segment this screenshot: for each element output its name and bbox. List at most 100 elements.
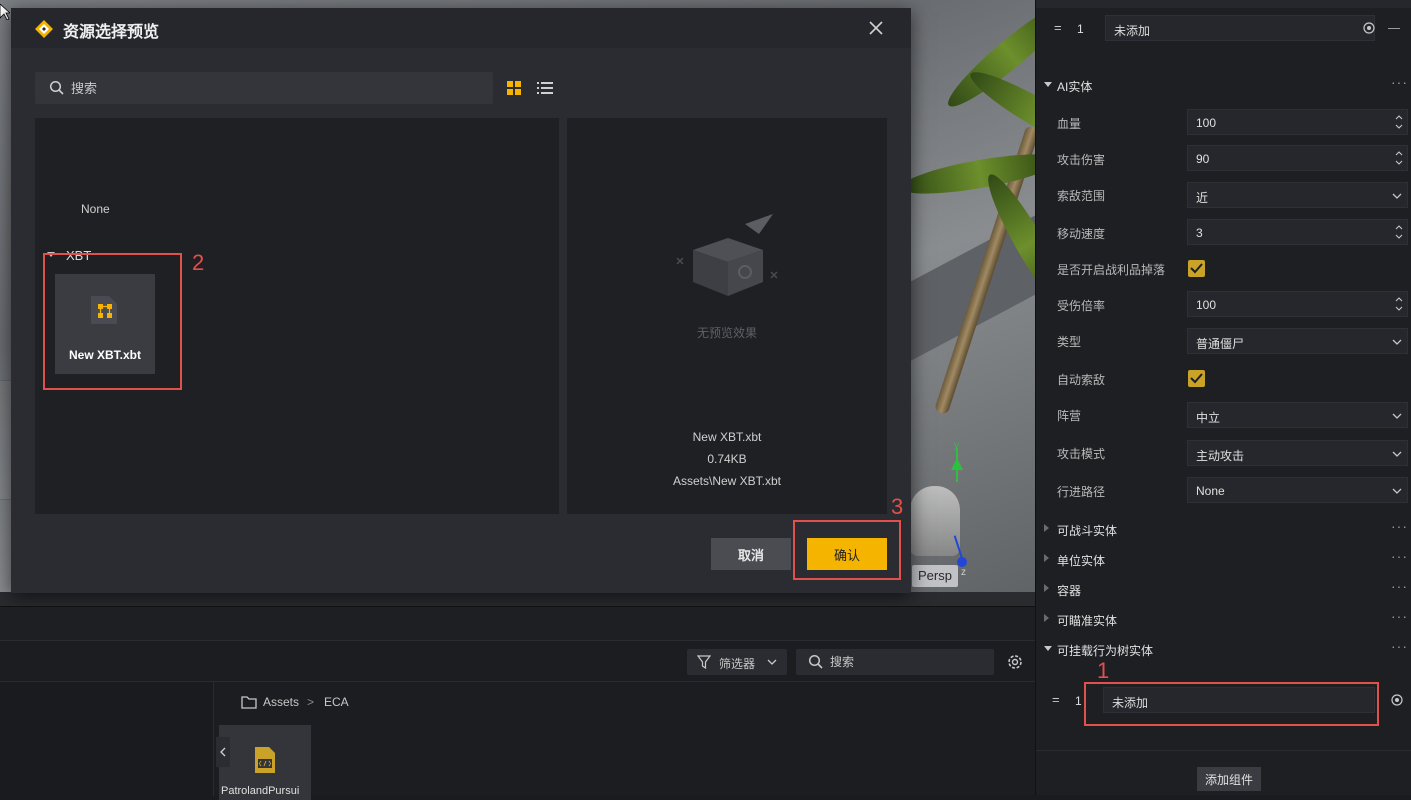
more-options-icon[interactable]: ··· (1391, 638, 1408, 654)
mouse-cursor-icon (0, 4, 10, 20)
chevron-down-icon (1392, 413, 1402, 419)
app-logo-icon (35, 20, 53, 38)
section-title: 可瞄准实体 (1057, 614, 1118, 628)
perspective-label[interactable]: Persp (912, 565, 958, 587)
prop-value-speed: 3 (1196, 226, 1203, 240)
section-aimable-entity[interactable]: 可瞄准实体 ··· (1036, 604, 1411, 634)
prop-value-path: None (1196, 484, 1225, 498)
prop-input-hp[interactable]: 100 (1187, 109, 1408, 135)
asset-search-box (796, 649, 994, 675)
panel-collapse-button[interactable] (216, 737, 230, 767)
inspector-top-strip (1036, 0, 1411, 8)
prop-value-damage-rate: 100 (1196, 298, 1217, 312)
drag-handle-icon[interactable]: = (1052, 692, 1060, 707)
slot-index: 1 (1075, 694, 1082, 708)
prop-select-path[interactable]: None (1187, 477, 1408, 503)
section-ai-entity[interactable]: AI实体 ··· (1036, 70, 1411, 100)
stepper-icon[interactable] (1394, 112, 1404, 132)
dialog-titlebar[interactable]: 资源选择预览 (11, 8, 911, 48)
asset-browser-topbar (0, 607, 1035, 641)
auto-search-checkbox[interactable] (1188, 370, 1205, 387)
prop-select-attack-mode[interactable]: 主动攻击 (1187, 440, 1408, 466)
axis-y-label: y (954, 440, 959, 451)
dialog-search-input[interactable] (71, 72, 481, 104)
top-slot-field[interactable]: 未添加 (1105, 15, 1375, 41)
chevron-down-icon (1392, 451, 1402, 457)
folder-tree[interactable] (0, 682, 214, 796)
breadcrumb-eca[interactable]: ECA (324, 695, 349, 709)
prop-input-speed[interactable]: 3 (1187, 219, 1408, 245)
section-title: 单位实体 (1057, 554, 1106, 568)
prop-value-attack-mode: 主动攻击 (1196, 449, 1245, 463)
more-options-icon[interactable]: ··· (1391, 518, 1408, 534)
asset-search-input[interactable] (830, 649, 980, 675)
prop-label-camp: 阵营 (1057, 409, 1082, 423)
scene-bottom-strip (0, 592, 1035, 606)
axis-z-label: z (961, 567, 966, 578)
prop-label-attack-mode: 攻击模式 (1057, 447, 1106, 461)
axis-z-handle[interactable] (957, 557, 967, 567)
loot-checkbox[interactable] (1188, 260, 1205, 277)
chevron-down-icon (1392, 193, 1402, 199)
add-component-button[interactable]: 添加组件 (1197, 767, 1261, 791)
remove-slot-icon[interactable] (1388, 28, 1400, 29)
prop-label-speed: 移动速度 (1057, 227, 1106, 241)
prop-select-search-range[interactable]: 近 (1187, 182, 1408, 208)
asset-card-patrol[interactable]: PatrolandPursui (219, 725, 311, 800)
stepper-icon[interactable] (1394, 222, 1404, 242)
prop-input-attack[interactable]: 90 (1187, 145, 1408, 171)
prop-select-type[interactable]: 普通僵尸 (1187, 328, 1408, 354)
stepper-icon[interactable] (1394, 148, 1404, 168)
prop-value-camp: 中立 (1196, 411, 1221, 425)
preview-empty-text: 无预览效果 (696, 326, 757, 340)
prop-label-attack: 攻击伤害 (1057, 153, 1106, 167)
scene-gizmo-body[interactable] (910, 486, 960, 556)
more-options-icon[interactable]: ··· (1391, 578, 1408, 594)
more-options-icon[interactable]: ··· (1391, 548, 1408, 564)
prop-label-search-range: 索敌范围 (1057, 189, 1106, 203)
filter-label: 筛选器 (719, 657, 756, 671)
prop-value-type: 普通僵尸 (1196, 337, 1245, 351)
cancel-button[interactable]: 取消 (711, 538, 791, 570)
more-options-icon[interactable]: ··· (1391, 74, 1408, 90)
chevron-left-icon (220, 747, 226, 757)
chevron-down-icon (1392, 488, 1402, 494)
section-container[interactable]: 容器 ··· (1036, 574, 1411, 604)
target-picker-icon[interactable] (1391, 694, 1403, 706)
preview-file-name: New XBT.xbt (692, 430, 762, 444)
axis-y-arrow-icon[interactable] (951, 458, 963, 470)
more-options-icon[interactable]: ··· (1391, 608, 1408, 624)
list-view-icon[interactable] (537, 81, 553, 95)
section-unit-entity[interactable]: 单位实体 ··· (1036, 544, 1411, 574)
section-title: 可战斗实体 (1057, 524, 1118, 538)
breadcrumb-separator: > (307, 695, 315, 709)
section-behavior-tree-entity[interactable]: 可挂载行为树实体 ··· (1036, 634, 1411, 664)
prop-label-hp: 血量 (1057, 117, 1082, 131)
drag-handle-icon[interactable]: = (1054, 20, 1062, 35)
filter-button[interactable]: 筛选器 (687, 649, 787, 675)
checkmark-icon (1190, 263, 1203, 274)
asset-browser-panel: 筛选器 Assets > ECA PatrolandPursui (0, 606, 1035, 800)
stepper-icon[interactable] (1394, 294, 1404, 314)
grid-view-icon[interactable] (507, 81, 521, 95)
close-icon[interactable] (866, 18, 886, 38)
target-picker-icon[interactable] (1363, 22, 1375, 34)
section-title: 可挂载行为树实体 (1057, 644, 1154, 658)
annotation-box-2 (43, 253, 182, 390)
prop-label-path: 行进路径 (1057, 485, 1106, 499)
annotation-box-3 (793, 520, 901, 580)
prop-input-damage-rate[interactable]: 100 (1187, 291, 1408, 317)
gear-icon[interactable] (1006, 653, 1024, 671)
breadcrumb-assets[interactable]: Assets (263, 695, 299, 709)
section-combat-entity[interactable]: 可战斗实体 ··· (1036, 514, 1411, 544)
section-title: 容器 (1057, 584, 1082, 598)
annotation-number-2: 2 (192, 250, 205, 275)
none-option[interactable]: None (81, 202, 110, 216)
prop-select-camp[interactable]: 中立 (1187, 402, 1408, 428)
annotation-number-3: 3 (891, 494, 904, 519)
section-caret-icon (1044, 646, 1052, 651)
inspector-panel: = 1 未添加 AI实体 ··· 血量 100 攻击伤害 90 索敌范围 近 移… (1035, 0, 1411, 795)
prop-label-loot: 是否开启战利品掉落 (1057, 263, 1166, 277)
section-title: AI实体 (1057, 80, 1093, 94)
top-slot-value: 未添加 (1114, 24, 1151, 38)
